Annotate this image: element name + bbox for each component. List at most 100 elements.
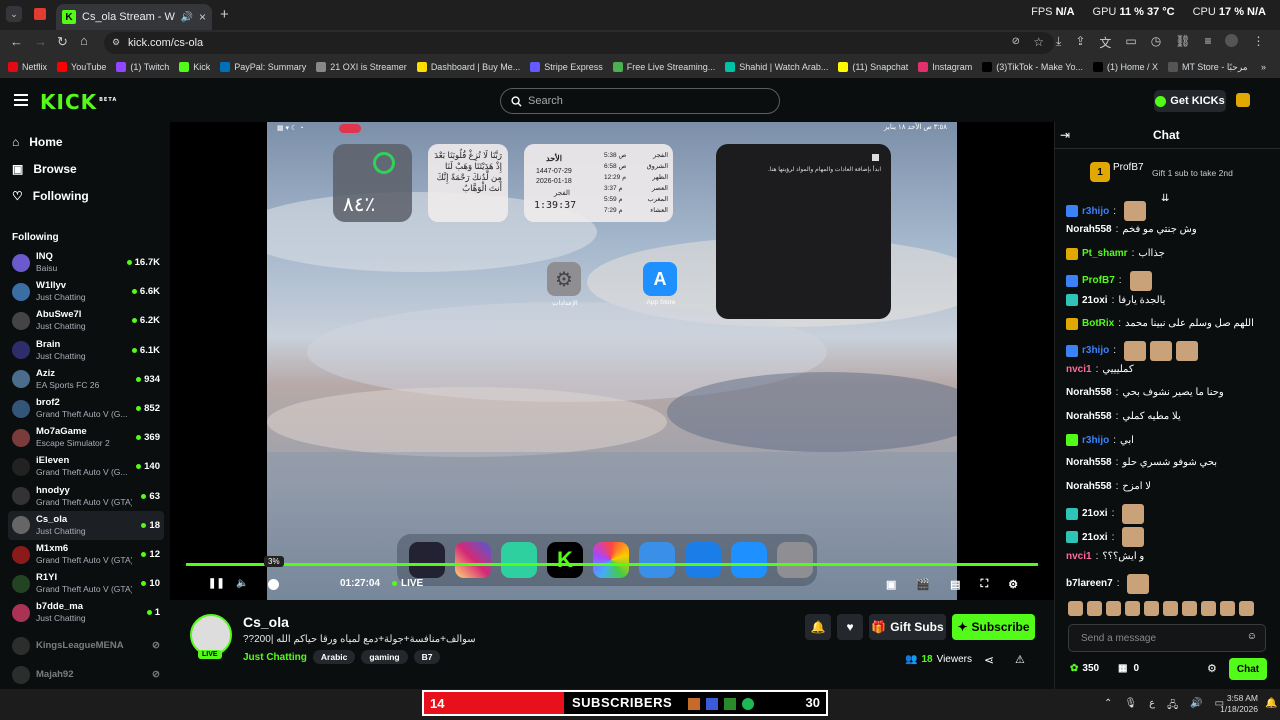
reading-list-icon[interactable]: ≡ — [1204, 34, 1211, 51]
bookmark-item[interactable]: Kick — [179, 62, 210, 72]
translate-icon[interactable]: 文 — [1099, 34, 1111, 51]
chat-username[interactable]: b7lareen7 — [1066, 578, 1113, 589]
forward-icon[interactable]: → — [34, 34, 47, 49]
following-channel-item[interactable]: iEleven Grand Theft Auto V (G... 140 — [8, 452, 164, 481]
spotify-icon[interactable] — [742, 698, 754, 710]
offline-channel-item[interactable]: Majah92 ⊘ — [8, 660, 164, 689]
follow-button[interactable]: ♥ — [837, 614, 863, 640]
bookmark-item[interactable]: MT Store - مرحبًا — [1167, 62, 1248, 73]
following-channel-item[interactable]: hnodyy Grand Theft Auto V (GTA) 63 — [8, 482, 164, 511]
pause-button[interactable]: ❚❚ — [208, 578, 225, 589]
chat-username[interactable]: nvci1 — [1066, 551, 1092, 562]
bookmark-item[interactable]: (1) Home / X — [1092, 62, 1158, 72]
profile-avatar[interactable] — [1225, 34, 1239, 47]
files-app-icon[interactable] — [639, 542, 675, 578]
photos-app-icon[interactable] — [593, 542, 629, 578]
bookmark-item[interactable]: YouTube — [57, 62, 106, 72]
quick-emote[interactable] — [1125, 601, 1140, 616]
settings-app-icon[interactable]: ⚙ — [547, 262, 581, 296]
chat-username[interactable]: r3hijo — [1082, 206, 1109, 217]
following-channel-item[interactable]: b7dde_ma Just Chatting 1 — [8, 598, 164, 627]
following-channel-item[interactable]: INQ Baisu 16.7K — [8, 248, 164, 277]
appstore-dock-icon[interactable] — [731, 542, 767, 578]
chat-username[interactable]: 21oxi — [1082, 508, 1108, 519]
nav-home[interactable]: ⌂ Home — [12, 135, 63, 149]
bookmark-item[interactable]: (1) Twitch — [116, 62, 169, 72]
following-channel-item[interactable]: M1xm6 Grand Theft Auto V (GTA) 12 — [8, 540, 164, 569]
theater-mode-icon[interactable]: ▣ — [886, 578, 896, 591]
bookmark-item[interactable]: Stripe Express — [530, 62, 603, 72]
fullscreen-icon[interactable]: ⛶ — [981, 578, 989, 591]
quick-emote[interactable] — [1201, 601, 1216, 616]
home-icon[interactable]: ⌂ — [80, 33, 88, 48]
volume-button[interactable]: 🔈 — [236, 578, 248, 589]
bookmark-item[interactable]: Dashboard | Buy Me... — [416, 62, 520, 72]
clock[interactable]: 3:58 AM 1/18/2026 — [1218, 693, 1258, 715]
share-icon[interactable]: ⇪ — [1075, 34, 1085, 51]
tag-gaming[interactable]: gaming — [361, 650, 408, 664]
tab-close-icon[interactable]: × — [199, 10, 206, 24]
app-icon-b[interactable] — [706, 698, 718, 710]
following-channel-item[interactable]: Mo7aGame Escape Simulator 2 369 — [8, 423, 164, 452]
quick-emote[interactable] — [1163, 601, 1178, 616]
tab-audio-icon[interactable]: 🔊 — [181, 12, 193, 23]
send-chat-button[interactable]: Chat — [1229, 658, 1267, 680]
notification-bell-button[interactable]: 🔔 — [805, 614, 831, 640]
category-link[interactable]: Just Chatting — [243, 652, 307, 663]
reload-icon[interactable]: ↻ — [57, 34, 68, 50]
speaker-icon[interactable]: 🔊 — [1190, 698, 1202, 715]
live-indicator[interactable]: LIVE — [392, 578, 423, 589]
history-icon[interactable]: ◷ — [1151, 34, 1161, 51]
chat-username[interactable]: r3hijo — [1082, 435, 1109, 446]
quick-emote[interactable] — [1068, 601, 1083, 616]
channel-name[interactable]: Cs_ola — [243, 614, 289, 630]
app-library-icon[interactable] — [409, 542, 445, 578]
nav-following[interactable]: ♡ Following — [12, 189, 89, 203]
bookmark-item[interactable]: Instagram — [918, 62, 972, 72]
search-bar[interactable]: Search — [500, 88, 780, 114]
chat-username[interactable]: BotRix — [1082, 318, 1114, 329]
safari-app-icon[interactable] — [685, 542, 721, 578]
chat-username[interactable]: Norah558 — [1066, 387, 1112, 398]
quick-emote[interactable] — [1182, 601, 1197, 616]
address-bar[interactable]: ⚙ kick.com/cs-ola ☆ ⊘ — [104, 32, 1054, 54]
chat-username[interactable]: nvci1 — [1066, 364, 1092, 375]
wallet-icon[interactable]: ▭ — [1125, 34, 1136, 51]
following-channel-item[interactable]: W1llyv Just Chatting 6.6K — [8, 277, 164, 306]
following-channel-item[interactable]: R1YI Grand Theft Auto V (GTA) 10 — [8, 569, 164, 598]
browser-menu-icon[interactable]: ⋮ — [1252, 34, 1264, 51]
bookmark-item[interactable]: Netflix — [8, 62, 47, 72]
chat-username[interactable]: r3hijo — [1082, 345, 1109, 356]
kick-app-icon[interactable]: K — [547, 542, 583, 578]
bookmark-item[interactable]: (3)TikTok - Make Yo... — [982, 62, 1083, 72]
tab-list-icon[interactable]: ⌄ — [6, 6, 22, 22]
quick-emote[interactable] — [1144, 601, 1159, 616]
share-stream-icon[interactable]: ⋖ — [984, 653, 994, 667]
nav-browse[interactable]: ▣ Browse — [12, 162, 77, 176]
bookmark-item[interactable]: Shahid | Watch Arab... — [725, 62, 828, 72]
bookmark-item[interactable]: Free Live Streaming... — [612, 62, 715, 72]
mic-icon[interactable]: 🎙 — [1124, 698, 1137, 715]
gift-count[interactable]: ▦ 0 — [1118, 663, 1139, 674]
video-settings-icon[interactable]: ⚙ — [1008, 578, 1018, 591]
following-channel-item[interactable]: Aziz EA Sports FC 26 934 — [8, 365, 164, 394]
tag-arabic[interactable]: Arabic — [312, 650, 356, 664]
chat-username[interactable]: 21oxi — [1082, 295, 1108, 306]
more-bookmarks-icon[interactable]: » — [1261, 62, 1266, 72]
pip-icon[interactable]: ▤ — [950, 578, 960, 591]
report-icon[interactable]: ⚠ — [1015, 653, 1025, 666]
quick-emote[interactable] — [1220, 601, 1235, 616]
hamburger-menu-icon[interactable] — [14, 94, 28, 106]
quick-emote[interactable] — [1106, 601, 1121, 616]
following-channel-item[interactable]: Brain Just Chatting 6.1K — [8, 336, 164, 365]
chat-username[interactable]: Norah558 — [1066, 481, 1112, 492]
xbox-icon[interactable] — [724, 698, 736, 710]
chat-app-icon[interactable] — [501, 542, 537, 578]
kick-logo[interactable]: KICK BETA — [40, 90, 117, 114]
tag-b7[interactable]: B7 — [413, 650, 441, 664]
subscribe-button[interactable]: ✦ Subscribe — [952, 614, 1035, 640]
chat-username[interactable]: Norah558 — [1066, 457, 1112, 468]
video-player[interactable]: ▦ ▾ ☾ ◔ ٣:٥٨ ص الأحد ١٨ يناير ٨٤٪ رَبَّن… — [170, 122, 1054, 600]
download-icon[interactable]: ⤓ — [1056, 34, 1061, 51]
app-icon-a[interactable] — [688, 698, 700, 710]
